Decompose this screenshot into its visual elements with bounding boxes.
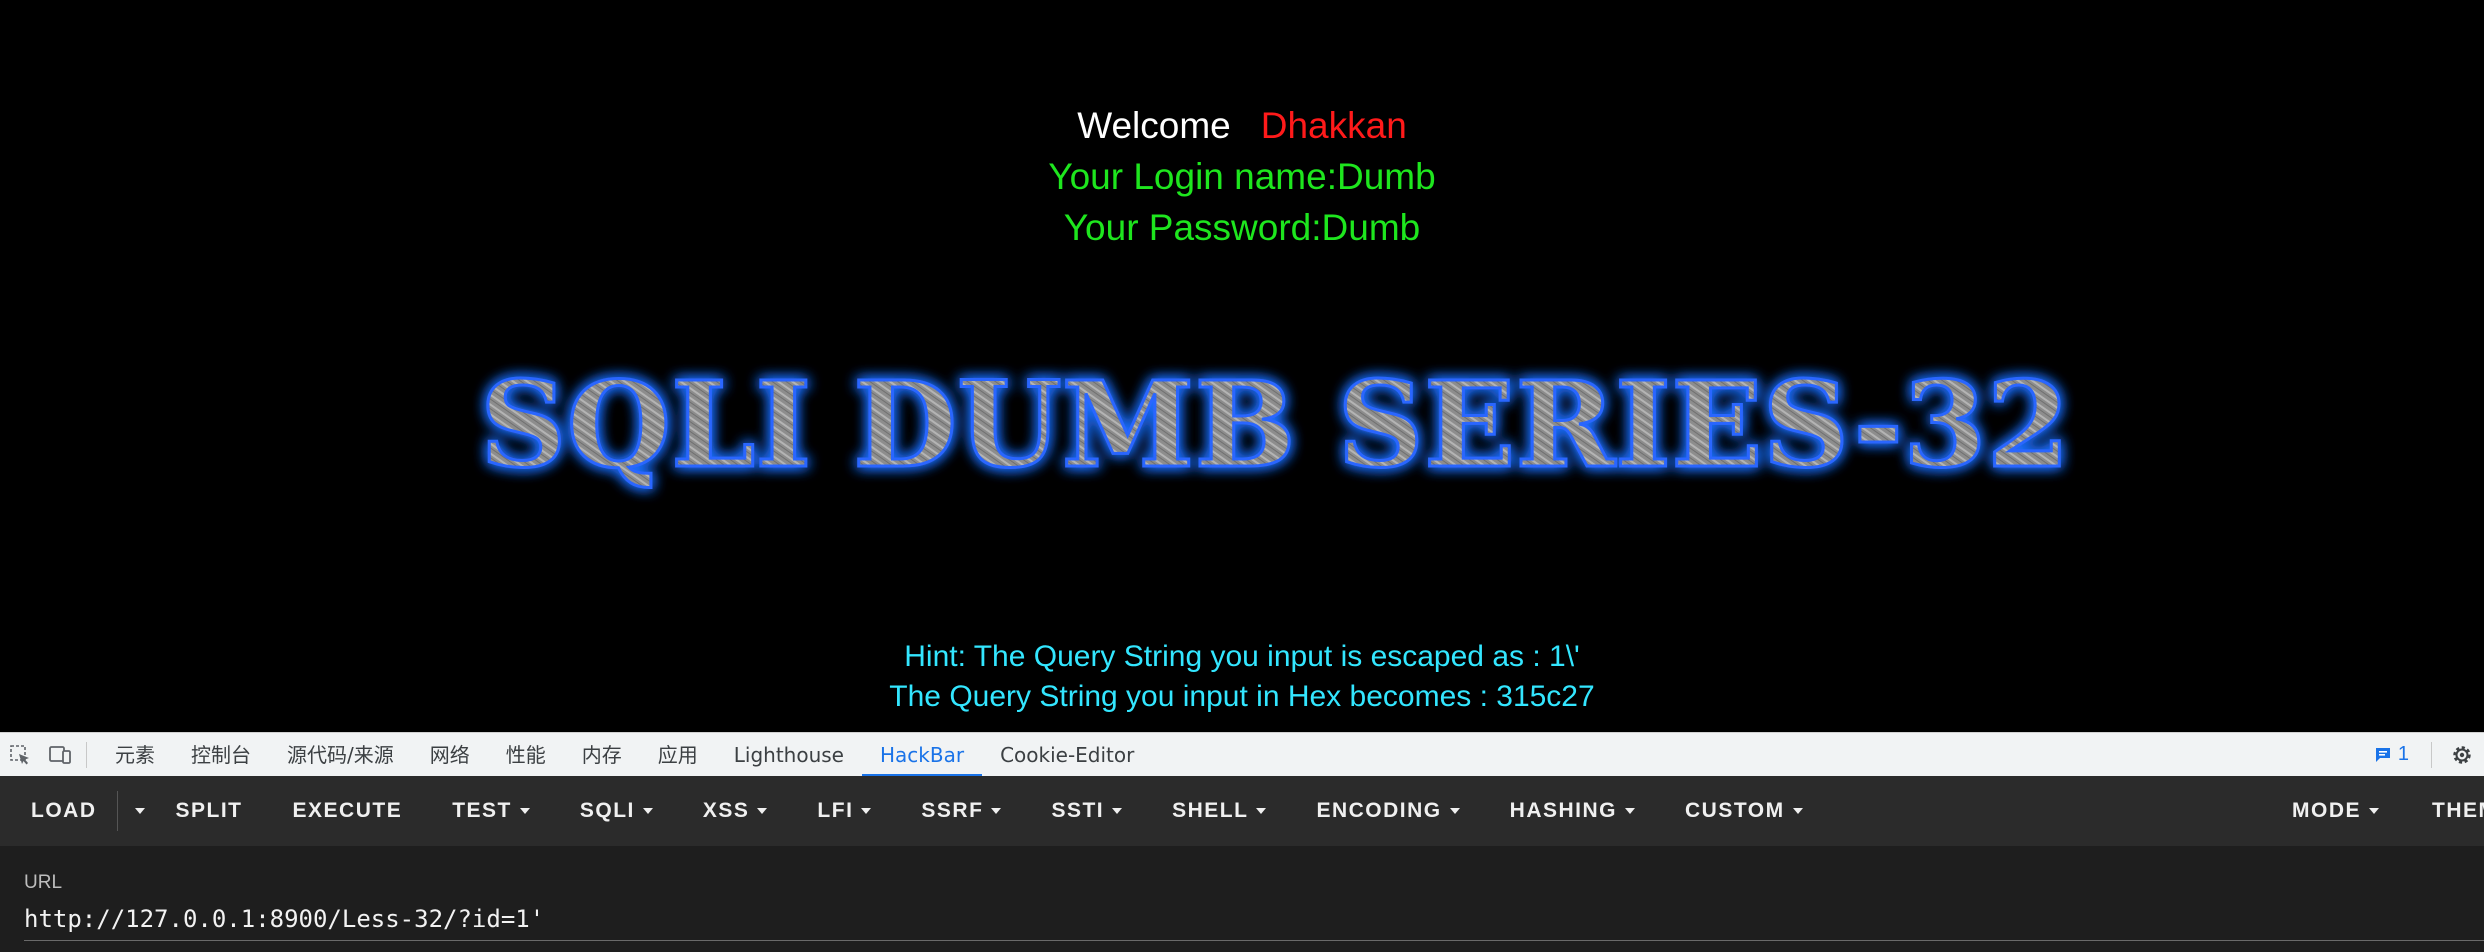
mode-label: MODE (2292, 799, 2361, 822)
lfi-menu-button[interactable]: LFI (792, 776, 896, 846)
split-button[interactable]: SPLIT (156, 776, 268, 846)
devtools-right-separator (2431, 741, 2432, 768)
hint-escaped-line: Hint: The Query String you input is esca… (904, 640, 1580, 673)
theme-menu-button[interactable]: THEM (2404, 776, 2484, 846)
login-name-line: Your Login name:Dumb (1048, 156, 1436, 197)
tab-application[interactable]: 应用 (640, 733, 716, 777)
hashing-label: HASHING (1509, 799, 1617, 822)
lfi-label: LFI (817, 799, 854, 822)
chevron-down-icon (134, 808, 145, 814)
devtools-tab-bar: 元素 控制台 源代码/来源 网络 性能 内存 应用 Lighthouse Hac… (0, 732, 2484, 777)
xss-label: XSS (702, 799, 750, 822)
series-banner: SQLI DUMB SERIES-32 (470, 350, 2080, 496)
issues-badge[interactable]: 1 (2360, 743, 2423, 766)
ssrf-label: SSRF (921, 799, 984, 822)
chevron-down-icon (1625, 808, 1635, 815)
shell-label: SHELL (1172, 799, 1249, 822)
ssrf-menu-button[interactable]: SSRF (896, 776, 1026, 846)
test-menu-button[interactable]: TEST (427, 776, 555, 846)
chevron-down-icon (519, 808, 530, 815)
welcome-line: Welcome Dhakkan (0, 102, 2484, 150)
tab-elements[interactable]: 元素 (97, 733, 173, 777)
chevron-down-icon (1112, 808, 1123, 815)
tab-hackbar[interactable]: HackBar (861, 733, 983, 777)
xss-menu-button[interactable]: XSS (678, 776, 793, 846)
hackbar-toolbar: LOAD SPLIT EXECUTE TEST SQLI XSS LFI SSR… (0, 776, 2484, 846)
url-panel: URL (0, 846, 2484, 952)
url-label: URL (24, 872, 63, 893)
encoding-menu-button[interactable]: ENCODING (1291, 776, 1484, 846)
load-button-label: LOAD (31, 799, 97, 822)
tab-memory[interactable]: 内存 (564, 733, 640, 777)
banner-text: SQLI DUMB SERIES-32 (480, 355, 2070, 494)
tab-performance[interactable]: 性能 (488, 733, 564, 777)
shell-menu-button[interactable]: SHELL (1147, 776, 1291, 846)
mode-menu-button[interactable]: MODE (2267, 776, 2404, 846)
chevron-down-icon (757, 808, 768, 815)
issues-count: 1 (2397, 743, 2409, 765)
issues-icon (2375, 747, 2390, 762)
tab-console[interactable]: 控制台 (173, 733, 269, 777)
test-label: TEST (452, 799, 512, 822)
theme-label: THEM (2432, 799, 2484, 822)
load-split-separator (116, 791, 118, 831)
chevron-down-icon (2369, 808, 2379, 815)
device-toolbar-icon[interactable] (40, 733, 80, 777)
chevron-down-icon (1256, 808, 1267, 815)
load-dropdown-button[interactable] (124, 776, 156, 846)
inspect-element-icon[interactable] (0, 733, 40, 777)
tab-lighthouse[interactable]: Lighthouse (716, 733, 862, 777)
tab-network[interactable]: 网络 (412, 733, 488, 777)
custom-menu-button[interactable]: CUSTOM (1660, 776, 1828, 846)
devtools-separator (86, 741, 87, 768)
ssti-label: SSTI (1051, 799, 1105, 822)
ssti-menu-button[interactable]: SSTI (1026, 776, 1147, 846)
gear-icon[interactable] (2440, 733, 2484, 777)
load-button[interactable]: LOAD (0, 776, 111, 846)
sqli-menu-button[interactable]: SQLI (555, 776, 678, 846)
encoding-label: ENCODING (1316, 799, 1442, 822)
chevron-down-icon (1449, 808, 1460, 815)
chevron-down-icon (1792, 808, 1803, 815)
hint-hex-line: The Query String you input in Hex become… (889, 680, 1595, 713)
hashing-menu-button[interactable]: HASHING (1485, 776, 1660, 846)
url-input[interactable] (24, 900, 2464, 938)
tab-sources[interactable]: 源代码/来源 (269, 733, 412, 777)
url-input-underline (24, 940, 2484, 941)
series-banner-image: SQLI DUMB SERIES-32 (479, 354, 2072, 496)
tab-cookie-editor[interactable]: Cookie-Editor (982, 733, 1152, 777)
execute-button[interactable]: EXECUTE (268, 776, 428, 846)
web-page-content: Welcome Dhakkan Your Login name:Dumb Your… (0, 0, 2484, 732)
chevron-down-icon (861, 808, 872, 815)
sqli-label: SQLI (579, 799, 635, 822)
welcome-label: Welcome (1077, 105, 1231, 146)
chevron-down-icon (642, 808, 653, 815)
chevron-down-icon (991, 808, 1002, 815)
custom-label: CUSTOM (1685, 799, 1785, 822)
password-line: Your Password:Dumb (1063, 207, 1421, 248)
split-button-label: SPLIT (175, 799, 243, 822)
execute-button-label: EXECUTE (292, 799, 403, 822)
user-name: Dhakkan (1260, 105, 1407, 146)
